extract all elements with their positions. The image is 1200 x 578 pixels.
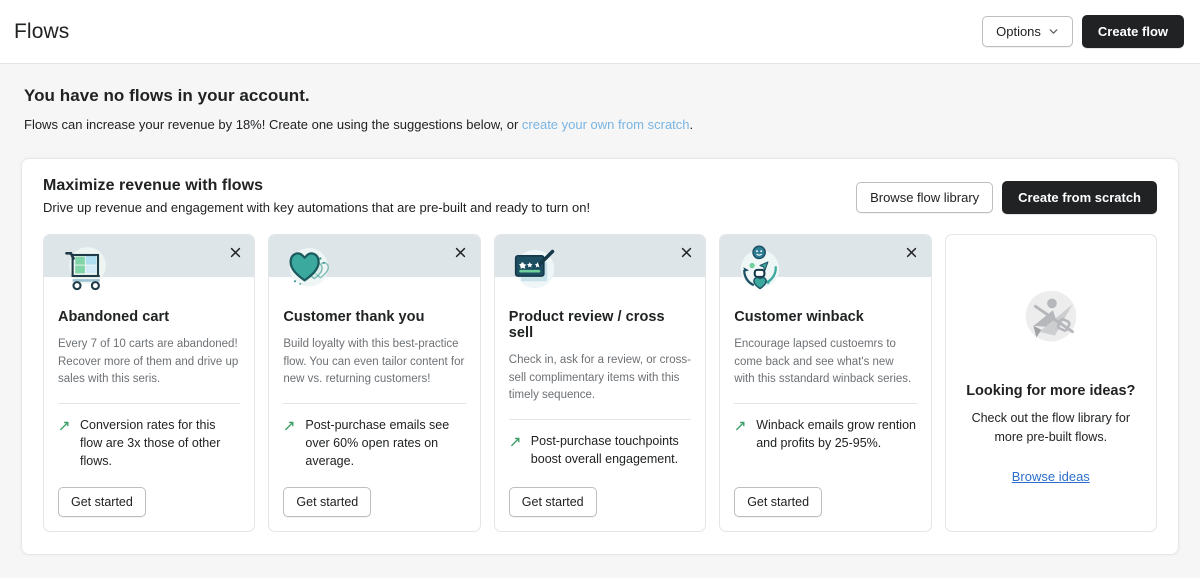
trending-up-icon: [58, 419, 72, 433]
card-body: Customer winback Encourage lapsed custoe…: [720, 277, 930, 531]
empty-state-body-prefix: Flows can increase your revenue by 18%! …: [24, 117, 522, 132]
empty-state-body-suffix: .: [689, 117, 694, 132]
empty-state-intro: You have no flows in your account. Flows…: [0, 64, 1200, 135]
card-body: Abandoned cart Every 7 of 10 carts are a…: [44, 277, 254, 531]
card-stat-text: Winback emails grow rention and profits …: [756, 418, 916, 451]
card-cta: Get started: [283, 471, 465, 517]
card-banner: [494, 234, 706, 289]
card-banner: [720, 234, 931, 290]
panel-header: Maximize revenue with flows Drive up rev…: [43, 177, 1157, 215]
card-stat: Winback emails grow rention and profits …: [734, 417, 916, 453]
card-title: Abandoned cart: [58, 308, 170, 325]
get-started-button[interactable]: Get started: [508, 486, 597, 517]
card-title: Customer thank you: [283, 308, 425, 325]
more-ideas-title: Looking for more ideas?: [966, 383, 1136, 400]
card-stat-text: Post-purchase emails see over 60% open r…: [305, 418, 450, 468]
flow-card-customer-winback[interactable]: Customer winback Encourage lapsed custoe…: [719, 233, 932, 532]
trending-up-icon: [283, 419, 297, 433]
flow-card-more-ideas: Looking for more ideas? Check out the fl…: [944, 233, 1157, 532]
paper-plane-icon: [1012, 281, 1090, 359]
card-divider: [508, 419, 692, 421]
card-stat-text: Post-purchase touchpoints boost overall …: [530, 434, 679, 467]
panel-actions: Browse flow library Create from scratch: [856, 177, 1157, 214]
empty-state-heading: You have no flows in your account.: [24, 86, 310, 105]
trending-up-icon: [734, 419, 748, 433]
card-stat: Post-purchase emails see over 60% open r…: [283, 417, 465, 470]
options-button[interactable]: Options: [982, 16, 1073, 47]
flow-card-customer-thank-you[interactable]: Customer thank you Build loyalty with th…: [268, 233, 481, 532]
create-flow-button[interactable]: Create flow: [1081, 15, 1184, 48]
browse-ideas-link[interactable]: Browse ideas: [1012, 469, 1090, 484]
heart-icon: [281, 241, 337, 297]
card-stat-text: Conversion rates for this flow are 3x th…: [80, 418, 221, 468]
card-description: Check in, ask for a review, or cross-sel…: [508, 353, 691, 402]
close-icon[interactable]: [452, 244, 470, 262]
card-description: Encourage lapsed custoemrs to come back …: [734, 337, 912, 386]
card-divider: [58, 403, 241, 405]
shopping-cart-icon: [56, 241, 112, 297]
close-icon[interactable]: [677, 244, 695, 262]
flow-card-abandoned-cart[interactable]: Abandoned cart Every 7 of 10 carts are a…: [43, 233, 256, 532]
browse-flow-library-button[interactable]: Browse flow library: [856, 181, 994, 213]
panel-header-text: Maximize revenue with flows Drive up rev…: [43, 177, 590, 215]
more-ideas-description: Check out the flow library for more pre-…: [971, 411, 1130, 445]
chevron-down-icon: [1048, 26, 1059, 37]
close-icon[interactable]: [226, 244, 244, 262]
flow-card-product-review-cross-sell[interactable]: Product review / cross sell Check in, as…: [493, 233, 707, 532]
card-stat: Post-purchase touchpoints boost overall …: [509, 433, 691, 469]
create-from-scratch-button[interactable]: Create from scratch: [1002, 180, 1157, 214]
create-from-scratch-link[interactable]: create your own from scratch: [522, 117, 690, 132]
card-stat: Conversion rates for this flow are 3x th…: [58, 417, 240, 470]
card-body: Customer thank you Build loyalty with th…: [269, 277, 479, 531]
card-banner: [269, 234, 480, 287]
card-cta: Get started: [58, 471, 240, 517]
card-title: Customer winback: [734, 308, 864, 325]
options-button-label: Options: [996, 24, 1041, 39]
flow-card-grid: Abandoned cart Every 7 of 10 carts are a…: [43, 233, 1157, 532]
review-stars-icon: [507, 241, 563, 297]
close-icon[interactable]: [903, 244, 921, 262]
get-started-button[interactable]: Get started: [734, 486, 823, 517]
top-bar-actions: Options Create flow: [982, 15, 1184, 48]
flow-suggestions-panel: Maximize revenue with flows Drive up rev…: [21, 157, 1179, 555]
card-divider: [283, 403, 466, 405]
card-cta: Get started: [734, 471, 916, 517]
card-description: Every 7 of 10 carts are abandoned! Recov…: [58, 337, 239, 386]
trending-up-icon: [509, 435, 523, 449]
top-bar: Flows Options Create flow: [0, 0, 1200, 64]
card-description: Build loyalty with this best-practice fl…: [283, 337, 465, 386]
card-title: Product review / cross sell: [508, 308, 665, 341]
card-cta: Get started: [508, 471, 691, 517]
empty-state-body: Flows can increase your revenue by 18%! …: [24, 116, 1176, 135]
get-started-button[interactable]: Get started: [283, 486, 372, 517]
panel-subtitle: Drive up revenue and engagement with key…: [43, 199, 591, 215]
card-banner: [44, 234, 255, 291]
card-body: Product review / cross sell Check in, as…: [495, 277, 705, 531]
panel-title: Maximize revenue with flows: [43, 176, 264, 194]
winback-cycle-icon: [732, 241, 788, 297]
page-title: Flows: [14, 19, 70, 43]
get-started-button[interactable]: Get started: [58, 486, 146, 517]
card-divider: [734, 403, 917, 405]
